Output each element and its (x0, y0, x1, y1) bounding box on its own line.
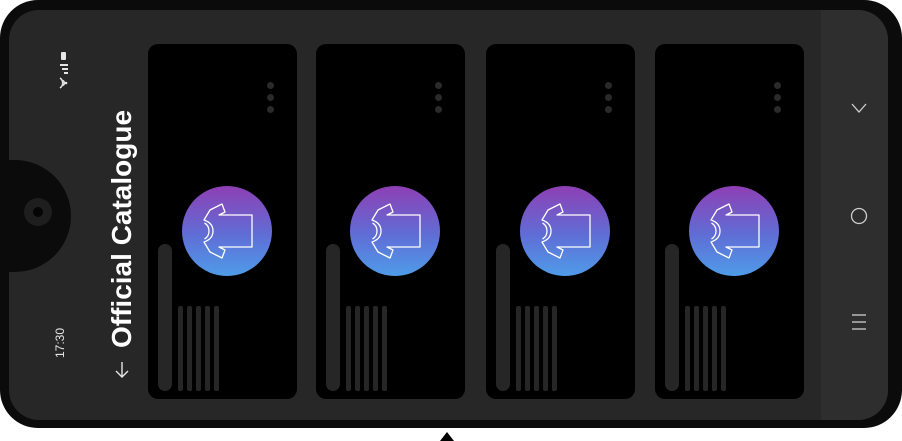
card-placeholder-line (543, 306, 548, 391)
battery-icon (61, 52, 66, 60)
wifi-icon (59, 77, 68, 89)
card-placeholder-line (373, 306, 378, 391)
camera-lens-icon (33, 207, 43, 217)
phone-frame: 17:30 Official Catalogue (0, 0, 902, 428)
product-thumbnail[interactable] (520, 186, 610, 276)
card-placeholder-line (694, 306, 699, 391)
card-placeholder-line (355, 306, 360, 391)
card-placeholder-line (382, 306, 387, 391)
card-placeholder-bar (496, 244, 510, 391)
card-placeholder-line (712, 306, 717, 391)
page-title: Official Catalogue (106, 109, 137, 348)
more-vertical-icon[interactable] (604, 82, 614, 118)
status-time: 17:30 (53, 327, 67, 358)
card-placeholder-line (196, 306, 201, 391)
card-placeholder-line (187, 306, 192, 391)
home-circle-icon[interactable] (849, 206, 869, 226)
catalogue-card[interactable] (486, 44, 635, 399)
card-placeholder-line (516, 306, 521, 391)
card-placeholder-line (552, 306, 557, 391)
card-placeholder-line (364, 306, 369, 391)
product-thumbnail[interactable] (182, 186, 272, 276)
card-placeholder-line (214, 306, 219, 391)
card-placeholder-bar (158, 244, 172, 391)
status-icons (59, 52, 68, 89)
navigation-bar (821, 10, 888, 420)
signal-icon (60, 64, 68, 74)
arrow-down-icon[interactable] (114, 360, 130, 380)
card-placeholder-line (525, 306, 530, 391)
catalogue-card[interactable] (316, 44, 465, 399)
catalogue-card[interactable] (148, 44, 297, 399)
pointer-arrow-icon (440, 432, 454, 441)
card-placeholder-line (534, 306, 539, 391)
more-vertical-icon[interactable] (434, 82, 444, 118)
tshirt-icon (371, 203, 421, 259)
screen: 17:30 Official Catalogue (9, 10, 888, 420)
catalogue-card[interactable] (655, 44, 804, 399)
product-thumbnail[interactable] (689, 186, 779, 276)
tshirt-icon (541, 203, 591, 259)
more-vertical-icon[interactable] (773, 82, 783, 118)
card-placeholder-bar (326, 244, 340, 391)
card-placeholder-line (685, 306, 690, 391)
card-placeholder-bar (665, 244, 679, 391)
back-chevron-icon[interactable] (849, 98, 869, 118)
card-placeholder-line (721, 306, 726, 391)
tshirt-icon (203, 203, 253, 259)
product-thumbnail[interactable] (350, 186, 440, 276)
recents-menu-icon[interactable] (849, 312, 869, 332)
card-placeholder-line (178, 306, 183, 391)
more-vertical-icon[interactable] (266, 82, 276, 118)
card-placeholder-line (346, 306, 351, 391)
card-placeholder-line (205, 306, 210, 391)
tshirt-icon (710, 203, 760, 259)
card-placeholder-line (703, 306, 708, 391)
